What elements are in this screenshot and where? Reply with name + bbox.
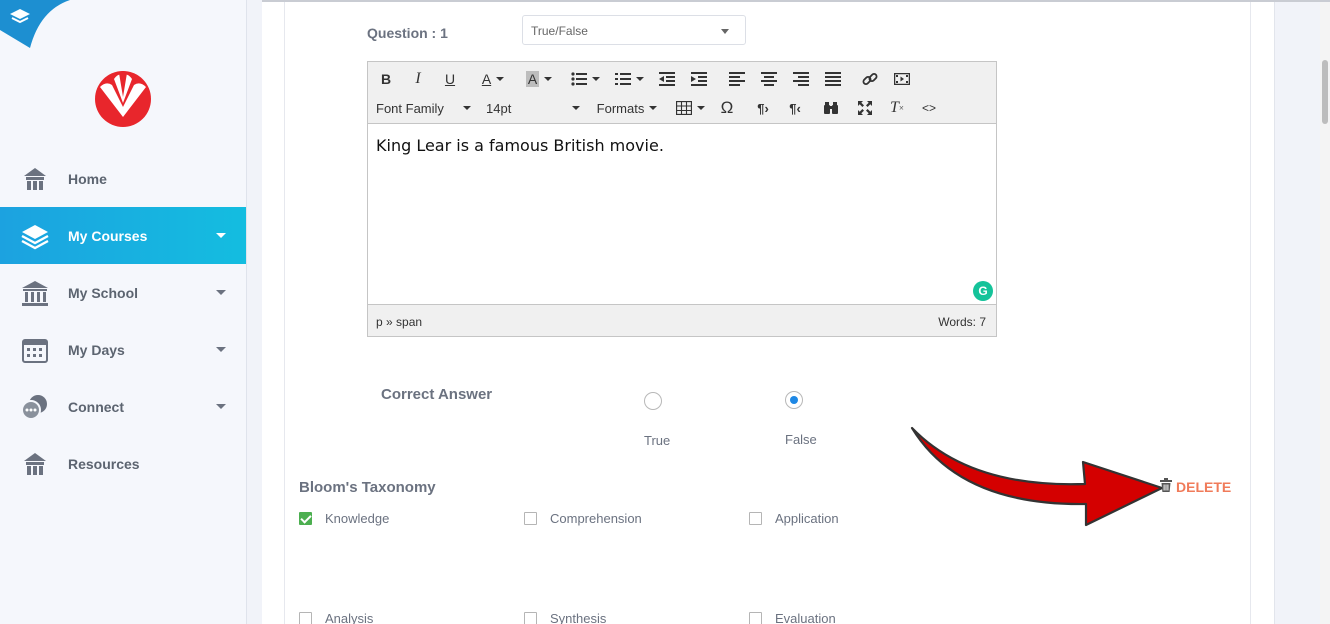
sidebar-item-my-courses[interactable]: My Courses	[0, 207, 246, 264]
formats-select[interactable]: Formats	[596, 97, 658, 119]
layers-icon	[20, 221, 50, 251]
editor-toolbar: B I U A A Font Family 14pt Formats Ω ¶› …	[368, 62, 996, 124]
radio-true-label: True	[644, 433, 671, 448]
sidebar-item-label: My Days	[68, 341, 125, 358]
special-character-icon[interactable]: Ω	[716, 97, 738, 119]
outdent-icon[interactable]	[656, 68, 678, 90]
grammarly-icon[interactable]: G	[973, 281, 993, 301]
checkbox-label: Evaluation	[775, 611, 836, 624]
source-code-icon[interactable]: <>	[918, 97, 940, 119]
chevron-down-icon[interactable]	[216, 233, 226, 238]
fullscreen-icon[interactable]	[854, 97, 876, 119]
question-type-select[interactable]: True/False	[522, 15, 746, 45]
chat-icon	[20, 392, 50, 422]
sidebar-item-label: My School	[68, 284, 139, 301]
radio-false-label: False	[785, 432, 817, 447]
font-size-select[interactable]: 14pt	[486, 97, 582, 119]
question-number-label: Question : 1	[367, 25, 448, 41]
sidebar: Home My Courses My School My Days Connec…	[0, 0, 247, 624]
chevron-down-icon[interactable]	[216, 347, 226, 352]
clear-formatting-icon[interactable]: T ×	[886, 97, 908, 119]
sidebar-item-label: Connect	[68, 398, 124, 415]
blooms-taxonomy-title: Bloom's Taxonomy	[299, 479, 436, 496]
calendar-icon	[20, 335, 50, 365]
indent-icon[interactable]	[688, 68, 710, 90]
red-arrow-annotation	[910, 426, 1164, 527]
checkbox-label: Knowledge	[325, 511, 390, 526]
chevron-down-icon[interactable]	[216, 290, 226, 295]
checkbox-analysis[interactable]	[299, 612, 312, 624]
checkbox-evaluation[interactable]	[749, 612, 762, 624]
table-icon[interactable]	[674, 97, 706, 119]
delete-button[interactable]: DELETE	[1160, 478, 1231, 495]
align-justify-icon[interactable]	[822, 68, 844, 90]
find-replace-icon[interactable]	[820, 97, 842, 119]
sidebar-nav: Home My Courses My School My Days Connec…	[0, 150, 246, 492]
background-color-button[interactable]: A	[520, 68, 558, 90]
font-size-value: 14pt	[486, 100, 512, 116]
checkbox-knowledge[interactable]	[299, 512, 312, 525]
sidebar-item-label: Resources	[68, 455, 140, 472]
course-corner-badge[interactable]	[0, 0, 70, 50]
ltr-direction-icon[interactable]: ¶›	[752, 97, 774, 119]
align-left-icon[interactable]	[726, 68, 748, 90]
correct-answer-label: Correct Answer	[381, 386, 493, 403]
text-color-button[interactable]: A	[474, 68, 512, 90]
checkbox-comprehension[interactable]	[524, 512, 537, 525]
trash-icon	[1160, 478, 1172, 495]
element-path[interactable]: p » span	[376, 315, 422, 329]
bold-button[interactable]: B	[376, 68, 396, 90]
numbered-list-icon[interactable]	[610, 68, 648, 90]
rich-text-editor[interactable]: B I U A A Font Family 14pt Formats Ω ¶› …	[367, 61, 997, 337]
sidebar-item-my-days[interactable]: My Days	[0, 321, 246, 378]
sidebar-item-my-school[interactable]: My School	[0, 264, 246, 321]
align-center-icon[interactable]	[758, 68, 780, 90]
checkbox-label: Application	[775, 511, 839, 526]
formats-value: Formats	[596, 100, 645, 116]
sidebar-item-resources[interactable]: Resources	[0, 435, 246, 492]
sidebar-item-connect[interactable]: Connect	[0, 378, 246, 435]
checkbox-synthesis[interactable]	[524, 612, 537, 624]
school-icon	[20, 278, 50, 308]
word-count: Words: 7	[938, 315, 986, 329]
sidebar-item-home[interactable]: Home	[0, 150, 246, 207]
page-scrollbar[interactable]	[1320, 2, 1330, 624]
chevron-down-icon[interactable]	[216, 404, 226, 409]
sidebar-item-label: Home	[68, 170, 107, 187]
delete-label: DELETE	[1176, 478, 1232, 495]
home-icon	[20, 164, 50, 194]
chevron-down-icon	[721, 29, 729, 34]
school-logo	[95, 71, 151, 127]
underline-button[interactable]: U	[440, 68, 460, 90]
align-right-icon[interactable]	[790, 68, 812, 90]
link-icon[interactable]	[860, 68, 880, 90]
sidebar-item-label: My Courses	[68, 227, 148, 244]
editor-statusbar: p » span Words: 7	[368, 304, 996, 336]
scrollbar-thumb[interactable]	[1322, 60, 1328, 124]
checkbox-application[interactable]	[749, 512, 762, 525]
bullet-list-icon[interactable]	[566, 68, 604, 90]
font-family-value: Font Family	[376, 100, 444, 116]
italic-button[interactable]: I	[408, 68, 428, 90]
right-pane	[1274, 2, 1320, 624]
checkbox-label: Analysis	[325, 611, 374, 624]
font-family-select[interactable]: Font Family	[376, 97, 472, 119]
resources-icon	[20, 449, 50, 479]
checkbox-label: Synthesis	[550, 611, 607, 624]
question-type-value: True/False	[531, 24, 588, 38]
checkbox-label: Comprehension	[550, 511, 642, 526]
radio-true[interactable]	[644, 392, 662, 410]
radio-false[interactable]	[785, 391, 803, 409]
media-icon[interactable]	[892, 68, 912, 90]
editor-content[interactable]: King Lear is a famous British movie.	[376, 136, 664, 155]
rtl-direction-icon[interactable]: ¶‹	[784, 97, 806, 119]
